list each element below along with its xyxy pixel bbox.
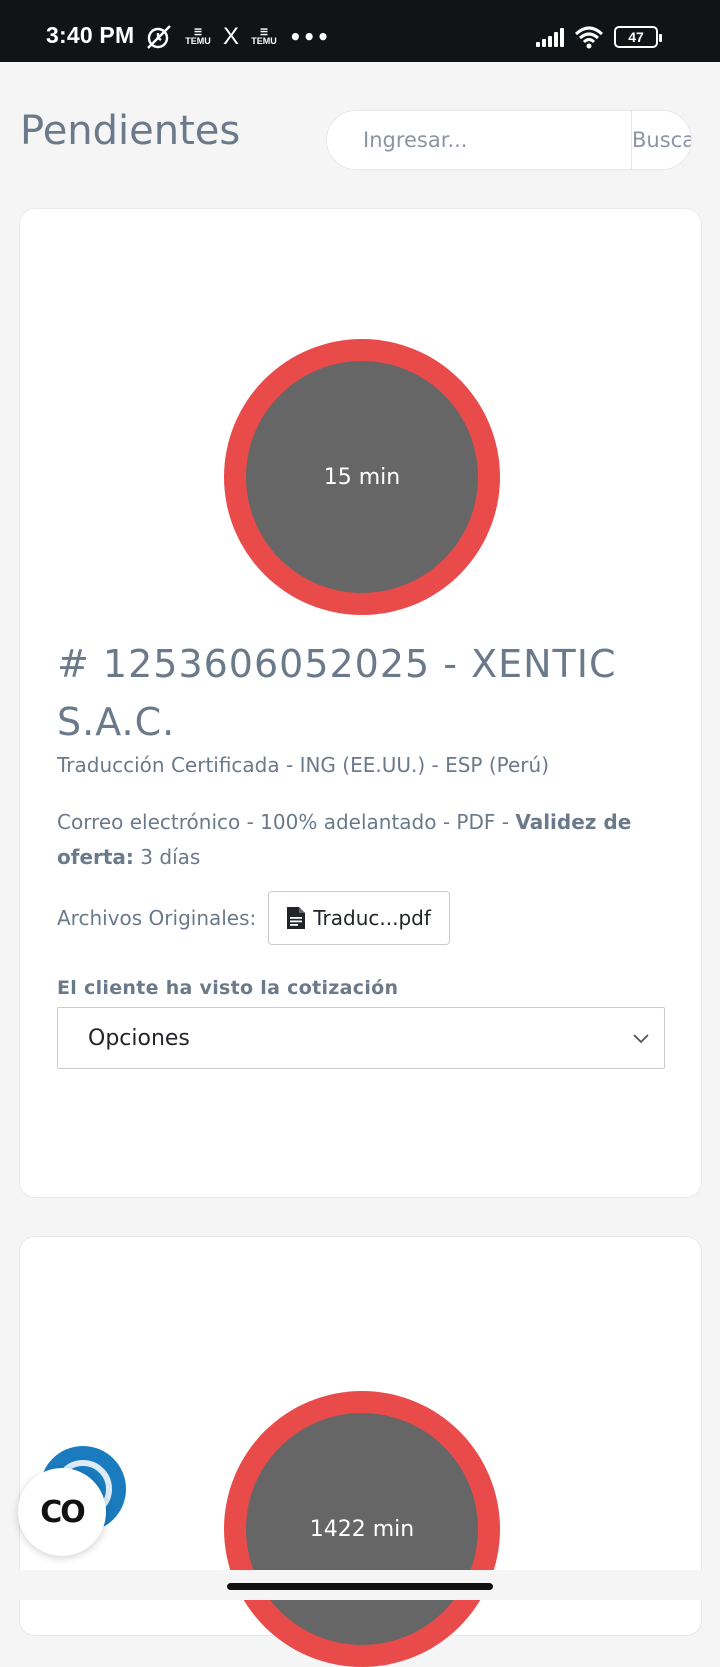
timer-label: 15 min [246,361,478,593]
chevron-down-icon [633,1034,649,1044]
co-floating-button[interactable]: CO [18,1468,106,1556]
search-button[interactable]: Buscar [631,111,691,169]
system-status: 47 [536,25,662,49]
search-input[interactable] [327,111,631,169]
wifi-icon [574,26,604,49]
alarm-off-icon [147,25,171,49]
home-indicator[interactable] [227,1583,493,1590]
quote-title: # 1253606052025 - XENTIC S.A.C. [57,642,617,744]
more-notifications-icon: ••• [289,25,331,49]
client-seen-select[interactable]: Opciones [57,1007,665,1069]
quote-terms: Correo electrónico - 100% adelantado - P… [57,805,657,875]
notification-icons: ☰ TEMU X ☰ TEMU ••• [145,24,330,50]
search-bar: Buscar [326,110,692,170]
file-name: Traduc...pdf [313,906,431,930]
original-files-label: Archivos Originales: [57,906,257,930]
timer-label: 1422 min [246,1413,478,1645]
timer-ring: 1422 min [224,1391,500,1667]
select-value: Opciones [88,1025,190,1051]
page-title: Pendientes [20,108,241,154]
timer-ring: 15 min [224,339,500,615]
x-app-icon: X [223,23,240,50]
temu-icon: ☰ TEMU [185,27,211,46]
status-time: 3:40 PM [46,22,135,48]
document-icon [287,907,306,929]
battery-icon: 47 [614,26,662,48]
validity-value: 3 días [133,845,201,869]
status-bar: 3:40 PM ☰ TEMU X ☰ TEMU ••• 47 [0,0,720,62]
battery-level: 47 [628,29,644,45]
terms-text: Correo electrónico - 100% adelantado - P… [57,810,516,834]
client-seen-label: El cliente ha visto la cotización [57,977,399,999]
file-download-button[interactable]: Traduc...pdf [268,891,450,945]
original-files-row: Archivos Originales: Traduc...pdf [57,891,450,945]
temu-icon-2: ☰ TEMU [251,27,277,46]
signal-icon [536,27,564,47]
quote-card: 15 min # 1253606052025 - XENTIC S.A.C. T… [19,208,702,1198]
service-description: Traducción Certificada - ING (EE.UU.) - … [57,753,549,777]
